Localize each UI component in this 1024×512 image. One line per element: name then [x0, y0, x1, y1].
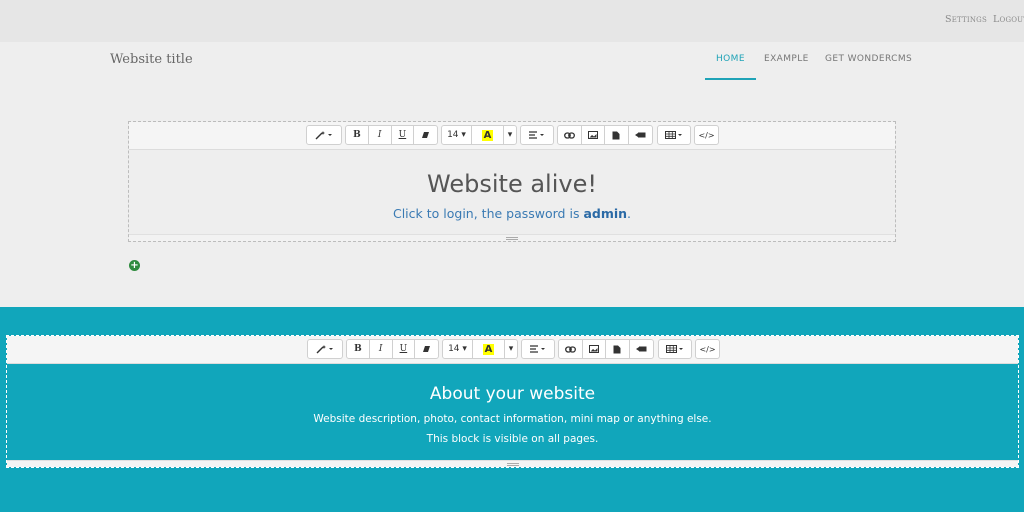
hero-title: Website alive! [427, 170, 597, 198]
style-group [306, 125, 342, 145]
logout-link[interactable]: Logout [993, 14, 1024, 25]
editor-toolbar: B I U 14 ▾ A ▾ </> [129, 122, 895, 150]
admin-bar: Settings Logout [0, 0, 1024, 42]
editor-resize-bar[interactable] [129, 234, 895, 241]
highlight-a-icon: A [481, 129, 494, 141]
login-prompt-text[interactable]: Click to login, the password is [393, 206, 579, 221]
video-icon[interactable] [629, 126, 652, 144]
align-icon[interactable] [522, 340, 554, 358]
highlight-a-icon: A [482, 343, 495, 355]
table-group [657, 125, 691, 145]
resize-grip-icon[interactable] [506, 463, 519, 466]
align-icon[interactable] [521, 126, 553, 144]
font-size-dropdown[interactable]: 14 ▾ [442, 126, 472, 144]
code-view-button[interactable]: </> [695, 126, 718, 144]
subtitle-period: . [627, 206, 632, 221]
site-header: Website title HOME EXAMPLE GET WONDERCMS [0, 42, 1024, 106]
underline-button[interactable]: U [393, 340, 416, 358]
bold-button[interactable]: B [347, 340, 370, 358]
about-description: Website description, photo, contact info… [313, 413, 712, 425]
bold-button[interactable]: B [346, 126, 369, 144]
about-visibility-note: This block is visible on all pages. [426, 433, 599, 445]
video-icon[interactable] [630, 340, 653, 358]
link-icon[interactable] [559, 340, 583, 358]
password-text: admin [583, 206, 628, 221]
text-color-button[interactable]: A [472, 126, 504, 144]
image-icon[interactable] [583, 340, 606, 358]
footer-editor-resize-bar[interactable] [7, 460, 1018, 467]
italic-button[interactable]: I [369, 126, 392, 144]
file-icon[interactable] [606, 340, 630, 358]
table-icon[interactable] [658, 126, 690, 144]
insert-group [557, 125, 653, 145]
footer-misc-group: </> [695, 339, 720, 359]
magic-wand-icon[interactable] [308, 340, 342, 358]
footer-table-group [658, 339, 692, 359]
site-title[interactable]: Website title [110, 52, 193, 67]
footer-font-group: 14 ▾ A ▾ [442, 339, 518, 359]
font-size-value: 14 [448, 344, 460, 354]
font-size-dropdown[interactable]: 14 ▾ [443, 340, 473, 358]
table-icon[interactable] [659, 340, 691, 358]
resize-grip-icon[interactable] [506, 237, 518, 240]
misc-group: </> [694, 125, 719, 145]
paragraph-group [520, 125, 554, 145]
font-group: 14 ▾ A ▾ [441, 125, 517, 145]
add-content-icon[interactable]: + [129, 260, 140, 271]
eraser-icon[interactable] [415, 340, 438, 358]
italic-button[interactable]: I [370, 340, 393, 358]
nav-get-wondercms[interactable]: GET WONDERCMS [825, 54, 912, 74]
image-icon[interactable] [582, 126, 605, 144]
footer-paragraph-group [521, 339, 555, 359]
footer-insert-group [558, 339, 654, 359]
format-group: B I U [345, 125, 438, 145]
underline-button[interactable]: U [392, 126, 415, 144]
footer-content-editor[interactable]: B I U 14 ▾ A ▾ </> About your website We… [6, 335, 1019, 468]
code-view-button[interactable]: </> [696, 340, 719, 358]
footer-style-group [307, 339, 343, 359]
link-icon[interactable] [558, 126, 582, 144]
footer-format-group: B I U [346, 339, 439, 359]
color-dropdown-chevron-icon[interactable]: ▾ [505, 340, 517, 358]
settings-link[interactable]: Settings [945, 14, 987, 25]
about-title: About your website [429, 384, 596, 404]
file-icon[interactable] [605, 126, 629, 144]
nav-example[interactable]: EXAMPLE [764, 54, 809, 74]
color-dropdown-chevron-icon[interactable]: ▾ [504, 126, 516, 144]
hero-subtitle: Click to login, the password is admin. [129, 206, 895, 221]
eraser-icon[interactable] [414, 126, 437, 144]
magic-wand-icon[interactable] [307, 126, 341, 144]
main-content-editor[interactable]: B I U 14 ▾ A ▾ </> Website alive! Click … [128, 121, 896, 242]
nav-home[interactable]: HOME [705, 54, 756, 80]
text-color-button[interactable]: A [473, 340, 505, 358]
site-footer: B I U 14 ▾ A ▾ </> About your website We… [0, 307, 1024, 512]
font-size-value: 14 [447, 130, 459, 140]
footer-editor-toolbar: B I U 14 ▾ A ▾ </> [7, 336, 1018, 364]
